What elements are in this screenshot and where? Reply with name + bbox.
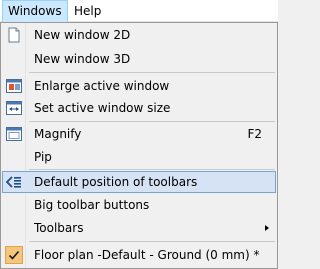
menu-item-pip[interactable]: Pip bbox=[2, 146, 276, 168]
menu-item-label: Set active window size bbox=[34, 101, 171, 115]
menu-item-new-window-3d[interactable]: New window 3D bbox=[2, 48, 276, 70]
menu-item-magnify[interactable]: Magnify F2 bbox=[2, 123, 276, 145]
menu-item-label: Floor plan -Default - Ground (0 mm) * bbox=[34, 248, 260, 262]
menu-item-label: Toolbars bbox=[34, 221, 84, 235]
menubar-help[interactable]: Help bbox=[69, 0, 105, 22]
menu-item-default-position-of-toolbars[interactable]: Default position of toolbars bbox=[2, 171, 276, 193]
menu-item-set-active-window-size[interactable]: Set active window size bbox=[2, 97, 276, 119]
menu-item-enlarge-active-window[interactable]: Enlarge active window bbox=[2, 75, 276, 97]
menu-item-label: Magnify bbox=[34, 127, 82, 141]
menu-item-shortcut: F2 bbox=[247, 127, 262, 141]
toolbar-reset-icon bbox=[5, 174, 22, 190]
menu-item-label: Enlarge active window bbox=[34, 79, 170, 93]
menu-item-label: New window 3D bbox=[34, 52, 131, 66]
window-size-icon bbox=[6, 100, 22, 116]
menu-item-toolbars[interactable]: Toolbars bbox=[2, 217, 276, 239]
menu-separator bbox=[29, 241, 275, 242]
menu-separator bbox=[29, 121, 275, 122]
menu-item-label: Big toolbar buttons bbox=[34, 198, 150, 212]
menu-item-new-window-2d[interactable]: New window 2D bbox=[2, 24, 276, 46]
menu-separator bbox=[29, 72, 275, 73]
submenu-arrow-icon bbox=[265, 225, 269, 231]
checked-indicator bbox=[5, 246, 23, 264]
new-document-icon bbox=[6, 27, 22, 43]
magnify-window-icon bbox=[6, 126, 22, 142]
menu-item-label: New window 2D bbox=[34, 28, 131, 42]
menu-item-label: Pip bbox=[34, 150, 52, 164]
menubar-windows[interactable]: Windows bbox=[2, 0, 68, 23]
menu-item-big-toolbar-buttons[interactable]: Big toolbar buttons bbox=[2, 194, 276, 216]
menu-separator bbox=[29, 169, 275, 170]
menu-item-label: Default position of toolbars bbox=[34, 175, 198, 189]
windows-dropdown-menu: New window 2D New window 3D Enlarge acti… bbox=[0, 22, 278, 269]
menu-bar: Windows Help bbox=[0, 0, 278, 23]
enlarge-window-icon bbox=[6, 78, 22, 94]
menu-item-floor-plan[interactable]: Floor plan -Default - Ground (0 mm) * bbox=[2, 244, 276, 266]
